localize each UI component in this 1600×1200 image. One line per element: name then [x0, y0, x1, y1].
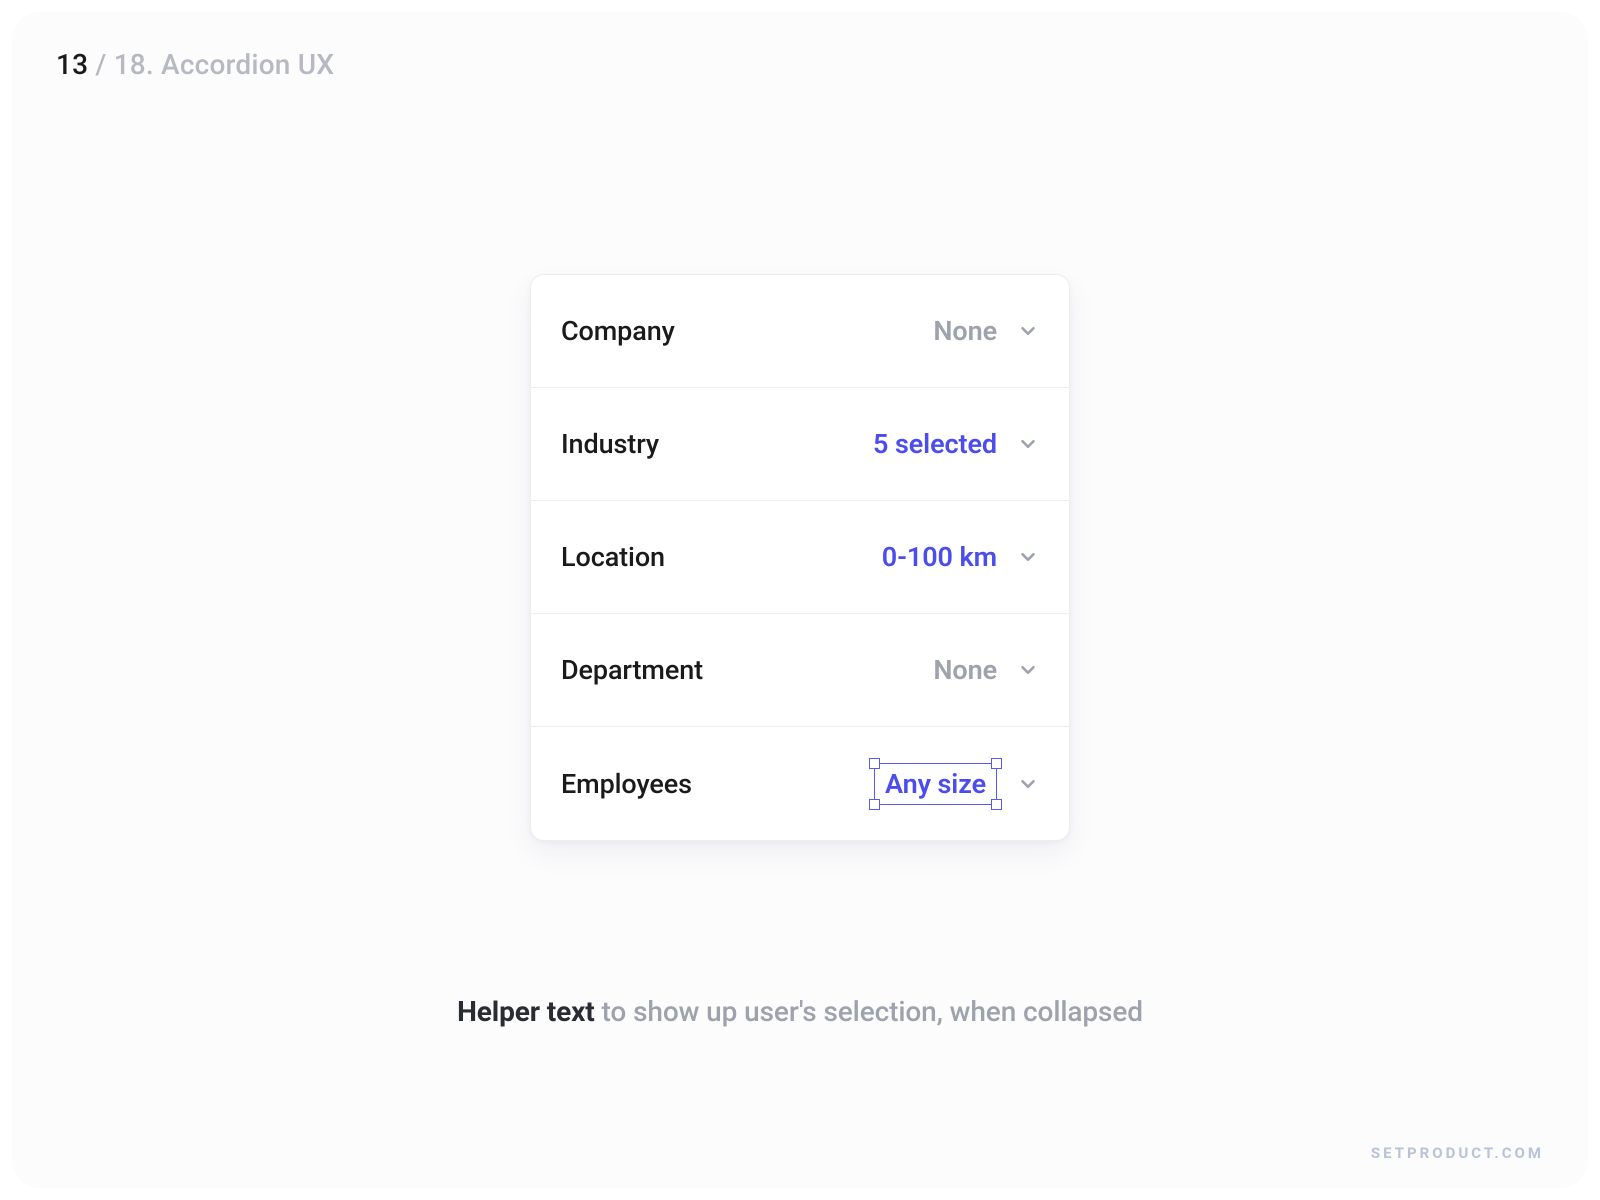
- accordion-right: Any size: [874, 763, 1039, 805]
- accordion-value: None: [933, 654, 997, 686]
- caption: Helper text to show up user's selection,…: [12, 995, 1588, 1028]
- accordion-label: Company: [561, 315, 675, 347]
- chevron-down-icon: [1017, 433, 1039, 455]
- slide-number-total: 18: [114, 48, 146, 81]
- selection-handle-icon: [869, 758, 880, 769]
- accordion-right: 5 selected: [873, 428, 1039, 460]
- accordion-label: Employees: [561, 768, 692, 800]
- accordion-label: Location: [561, 541, 665, 573]
- chevron-down-icon: [1017, 546, 1039, 568]
- accordion-label: Department: [561, 654, 703, 686]
- slide-title: . Accordion UX: [146, 48, 334, 81]
- selection-highlight: Any size: [874, 763, 997, 805]
- accordion-row-department[interactable]: Department None: [531, 614, 1069, 727]
- selection-handle-icon: [991, 799, 1002, 810]
- accordion-row-location[interactable]: Location 0-100 km: [531, 501, 1069, 614]
- slide-number-separator: /: [88, 48, 113, 81]
- watermark: SETPRODUCT.COM: [1371, 1144, 1544, 1162]
- slide-frame: 13 / 18. Accordion UX Company None Indus…: [12, 12, 1588, 1188]
- selection-handle-icon: [869, 799, 880, 810]
- accordion-right: None: [933, 315, 1039, 347]
- accordion-label: Industry: [561, 428, 659, 460]
- accordion-row-employees[interactable]: Employees Any size: [531, 727, 1069, 840]
- accordion-right: None: [933, 654, 1039, 686]
- selection-handle-icon: [991, 758, 1002, 769]
- slide-number-current: 13: [56, 48, 88, 81]
- accordion-row-company[interactable]: Company None: [531, 275, 1069, 388]
- accordion-value: 5 selected: [873, 428, 997, 460]
- accordion-card: Company None Industry 5 selected Locatio…: [530, 274, 1070, 841]
- slide-header: 13 / 18. Accordion UX: [56, 48, 334, 81]
- accordion-value: None: [933, 315, 997, 347]
- chevron-down-icon: [1017, 320, 1039, 342]
- accordion-row-industry[interactable]: Industry 5 selected: [531, 388, 1069, 501]
- chevron-down-icon: [1017, 773, 1039, 795]
- chevron-down-icon: [1017, 659, 1039, 681]
- caption-rest: to show up user's selection, when collap…: [595, 995, 1143, 1028]
- caption-bold: Helper text: [457, 995, 595, 1028]
- accordion-value: 0-100 km: [882, 541, 997, 573]
- accordion-right: 0-100 km: [882, 541, 1039, 573]
- accordion-value: Any size: [885, 768, 986, 800]
